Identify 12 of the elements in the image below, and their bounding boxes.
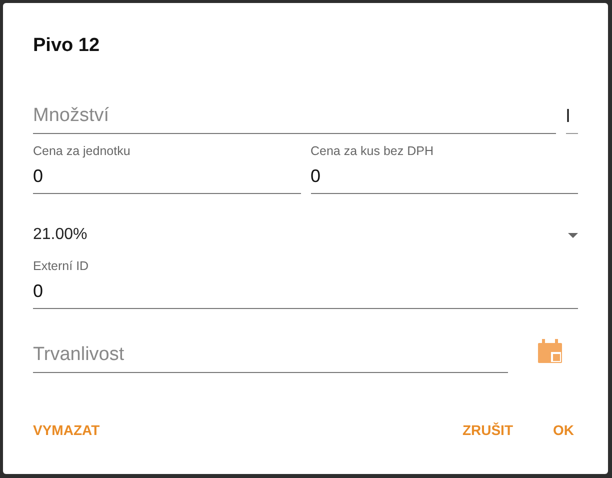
external-id-field[interactable]: 0 — [33, 281, 578, 309]
field-label: Externí ID — [33, 259, 90, 273]
dropdown-caret-icon — [568, 232, 578, 238]
unit-field[interactable]: l — [566, 106, 578, 134]
price-field[interactable]: 0 — [310, 166, 578, 194]
vat-dropdown[interactable]: 21.00% — [33, 223, 578, 247]
field-label: Cena za kus bez DPH — [310, 144, 434, 158]
field-label: Cena za jednotku — [33, 144, 132, 158]
quantity-field[interactable]: Množství — [33, 105, 556, 134]
expiry-field[interactable]: Trvanlivost — [33, 344, 508, 373]
dialog-title: Pivo 12 — [33, 35, 101, 58]
price-field[interactable]: 0 — [33, 166, 300, 194]
